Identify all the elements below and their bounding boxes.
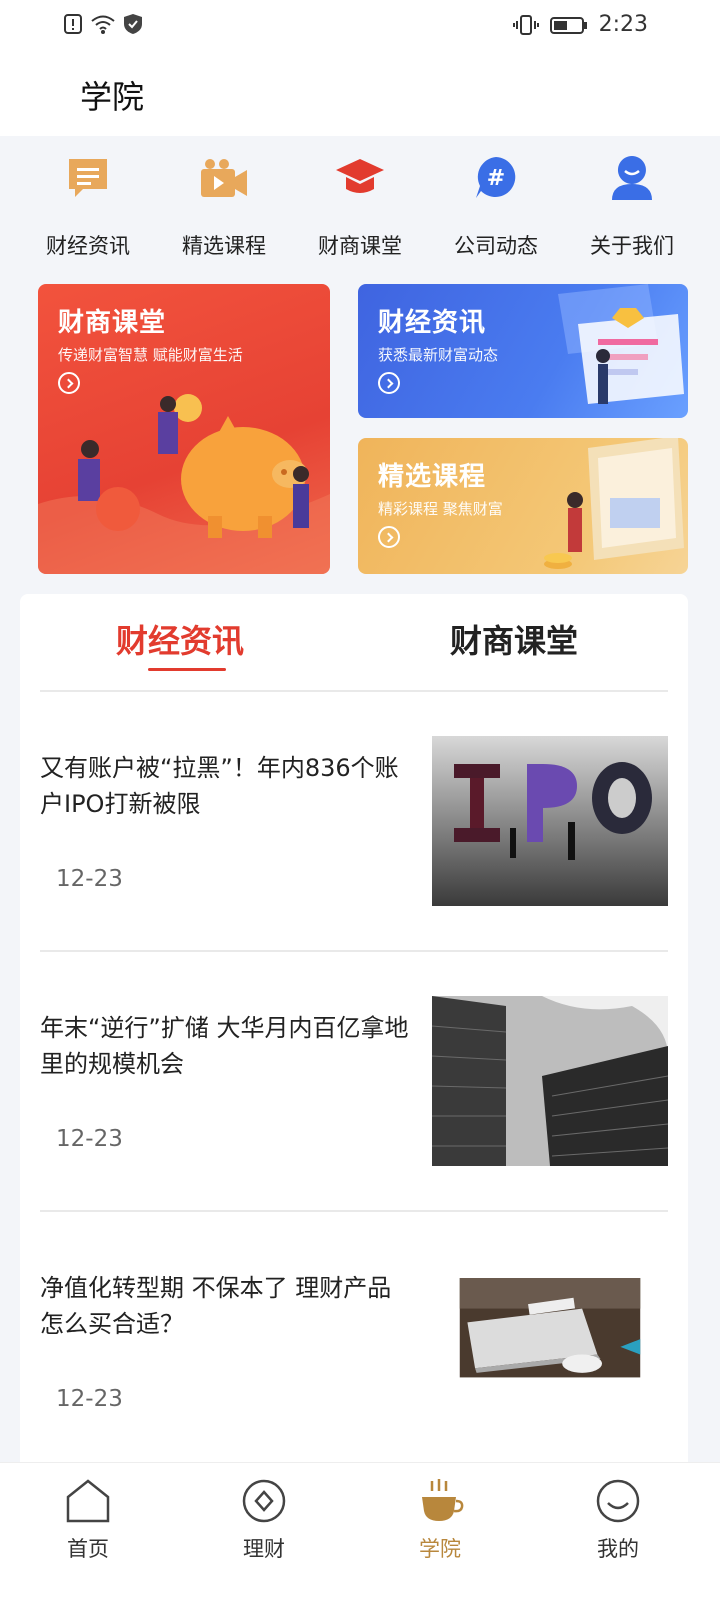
- quick-nav-about[interactable]: 关于我们: [564, 150, 700, 275]
- article-title: 净值化转型期 不保本了 理财产品怎么买合适？: [40, 1274, 392, 1338]
- header: 学院: [0, 52, 720, 136]
- laptop-image: [459, 1278, 641, 1378]
- nav-label: 学院: [419, 1537, 461, 1561]
- banner-title: 财经资讯: [378, 308, 487, 338]
- nav-profile[interactable]: 我的: [568, 1477, 668, 1563]
- quick-nav-company[interactable]: # 公司动态: [428, 150, 564, 275]
- coffee-cup-icon: [422, 1479, 464, 1521]
- status-bar: 2:23: [0, 0, 720, 52]
- article-item[interactable]: 净值化转型期 不保本了 理财产品怎么买合适？ 12-23: [40, 1212, 668, 1472]
- quick-nav-classroom[interactable]: 财商课堂: [292, 150, 428, 275]
- alert-icon: [64, 14, 82, 34]
- home-icon: [66, 1479, 110, 1523]
- article-item[interactable]: 年末“逆行”扩储 大华月内百亿拿地里的规模机会 12-23: [40, 952, 668, 1212]
- banner-title: 精选课程: [378, 462, 487, 492]
- arrow-right-icon: [378, 526, 400, 548]
- battery-icon: [549, 16, 587, 34]
- buildings-image: [432, 996, 668, 1166]
- video-icon: [196, 150, 252, 206]
- message-icon: [60, 150, 116, 206]
- tab-bar: 财经资讯 财商课堂: [20, 594, 688, 692]
- quick-nav-courses[interactable]: 精选课程: [156, 150, 292, 275]
- status-time: 2:23: [598, 12, 648, 37]
- svg-text:#: #: [487, 166, 505, 191]
- quick-nav-news[interactable]: 财经资讯: [20, 150, 156, 275]
- quick-nav-label: 公司动态: [454, 234, 538, 258]
- quick-nav-label: 财商课堂: [318, 234, 402, 258]
- article-item[interactable]: 又有账户被“拉黑”！年内836个账户IPO打新被限 12-23: [40, 692, 668, 952]
- banner-subtitle: 获悉最新财富动态: [378, 346, 499, 364]
- nav-finance[interactable]: 理财: [214, 1477, 314, 1563]
- nav-label: 首页: [67, 1537, 109, 1561]
- arrow-right-icon: [378, 372, 400, 394]
- article-date: 12-23: [56, 1386, 123, 1412]
- banner-subtitle: 精彩课程 聚焦财富: [378, 500, 503, 518]
- article-title: 年末“逆行”扩储 大华月内百亿拿地里的规模机会: [40, 1014, 409, 1078]
- banner-news[interactable]: 财经资讯 获悉最新财富动态: [358, 284, 688, 418]
- wifi-icon: [91, 15, 115, 34]
- status-left: [62, 12, 144, 36]
- tab-news[interactable]: 财经资讯: [116, 616, 244, 662]
- arrow-right-icon: [58, 372, 80, 394]
- diamond-circle-icon: [242, 1479, 286, 1523]
- shield-icon: [124, 14, 142, 34]
- tab-classroom[interactable]: 财商课堂: [450, 616, 578, 662]
- bottom-nav: 首页 理财 学院 我的: [0, 1462, 720, 1600]
- graduation-cap-icon: [332, 150, 388, 206]
- user-icon: [604, 150, 660, 206]
- nav-academy[interactable]: 学院: [390, 1477, 490, 1563]
- news-card: 财经资讯 财商课堂 又有账户被“拉黑”！年内836个账户IPO打新被限 12-2…: [20, 594, 688, 1494]
- article-date: 12-23: [56, 1126, 123, 1152]
- banner-subtitle: 传递财富智慧 赋能财富生活: [58, 346, 243, 364]
- status-right: 2:23: [512, 12, 648, 37]
- tab-active-indicator: [148, 668, 226, 671]
- quick-nav: 财经资讯 精选课程 财商课堂 # 公司动态 关于我们: [20, 150, 700, 275]
- banner-title: 财商课堂: [58, 308, 167, 338]
- nav-label: 我的: [597, 1537, 639, 1561]
- article-title: 又有账户被“拉黑”！年内836个账户IPO打新被限: [40, 754, 399, 818]
- banner-classroom[interactable]: 财商课堂 传递财富智慧 赋能财富生活: [38, 284, 330, 574]
- page-title: 学院: [80, 78, 145, 116]
- banner-courses[interactable]: 精选课程 精彩课程 聚焦财富: [358, 438, 688, 574]
- article-date: 12-23: [56, 866, 123, 892]
- quick-nav-label: 精选课程: [182, 234, 266, 258]
- vibrate-icon: [512, 14, 539, 35]
- nav-label: 理财: [243, 1537, 285, 1561]
- ipo-image: [432, 736, 668, 906]
- quick-nav-label: 财经资讯: [46, 234, 130, 258]
- nav-home[interactable]: 首页: [38, 1477, 138, 1563]
- quick-nav-label: 关于我们: [590, 234, 674, 258]
- smile-icon: [596, 1479, 640, 1523]
- hashtag-icon: #: [468, 150, 524, 206]
